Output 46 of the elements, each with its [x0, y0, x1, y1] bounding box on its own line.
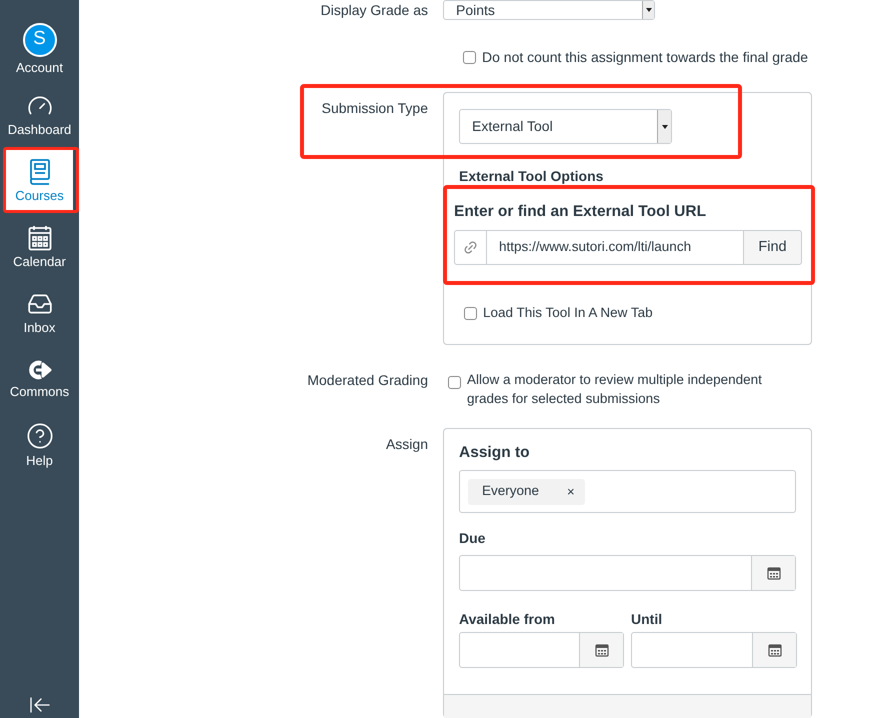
- checkbox[interactable]: [464, 306, 477, 320]
- nav-item[interactable]: Dashboard: [0, 81, 79, 147]
- field-label: Available from: [459, 611, 556, 627]
- calendar-button[interactable]: [751, 556, 795, 590]
- select-field[interactable]: Points: [443, 0, 655, 20]
- calendar-icon: [28, 224, 52, 250]
- section-heading: Enter or find an External Tool URL: [454, 203, 708, 221]
- token-label: Everyone: [482, 482, 540, 500]
- select-field[interactable]: External Tool: [459, 109, 672, 144]
- checkbox-label: Load This Tool In A New Tab: [483, 304, 653, 322]
- nav-item[interactable]: S Account: [0, 15, 79, 81]
- caret-icon: [642, 1, 654, 19]
- nav-item[interactable]: Help: [0, 411, 79, 477]
- calendar-icon: [768, 643, 782, 657]
- field-label: Until: [631, 611, 664, 627]
- field-label: Due: [459, 530, 486, 546]
- avatar: S: [22, 22, 56, 56]
- checkbox[interactable]: [448, 376, 461, 389]
- help-icon: [26, 422, 54, 450]
- date-input-field[interactable]: [459, 555, 796, 591]
- book-icon: [28, 158, 50, 184]
- date-input-field[interactable]: [631, 632, 797, 668]
- section-title: Assign to: [459, 444, 531, 462]
- calendar-button[interactable]: [579, 633, 623, 667]
- calendar-icon: [594, 643, 608, 657]
- field-label: Assign: [384, 435, 428, 454]
- field-label: Submission Type: [320, 99, 428, 118]
- find-button[interactable]: Find: [743, 230, 802, 265]
- date-input-field[interactable]: [459, 632, 624, 668]
- caret-icon: [657, 110, 671, 143]
- assignee-input-field[interactable]: Everyone ×: [459, 470, 796, 513]
- checkbox-label: Do not count this assignment towards the final grade: [482, 48, 808, 67]
- checkbox[interactable]: [463, 51, 476, 64]
- url-input-field[interactable]: https://www.sutori.com/lti/launch: [487, 230, 743, 265]
- nav-item[interactable]: Calendar: [0, 213, 79, 279]
- field-label: Display Grade as: [320, 1, 428, 20]
- field-label: Moderated Grading: [306, 371, 428, 390]
- section-title: External Tool Options: [459, 168, 604, 184]
- calendar-icon: [766, 566, 780, 580]
- calendar-button[interactable]: [752, 633, 796, 667]
- nav-item[interactable]: Inbox: [0, 279, 79, 345]
- nav-item[interactable]: Courses: [6, 147, 73, 213]
- checkbox-label: Allow a moderator to review multiple independent grades for selected submissions: [467, 371, 763, 408]
- remove-button[interactable]: ×: [567, 482, 575, 502]
- commons-icon: [26, 358, 52, 380]
- nav-item[interactable]: Commons: [0, 345, 79, 411]
